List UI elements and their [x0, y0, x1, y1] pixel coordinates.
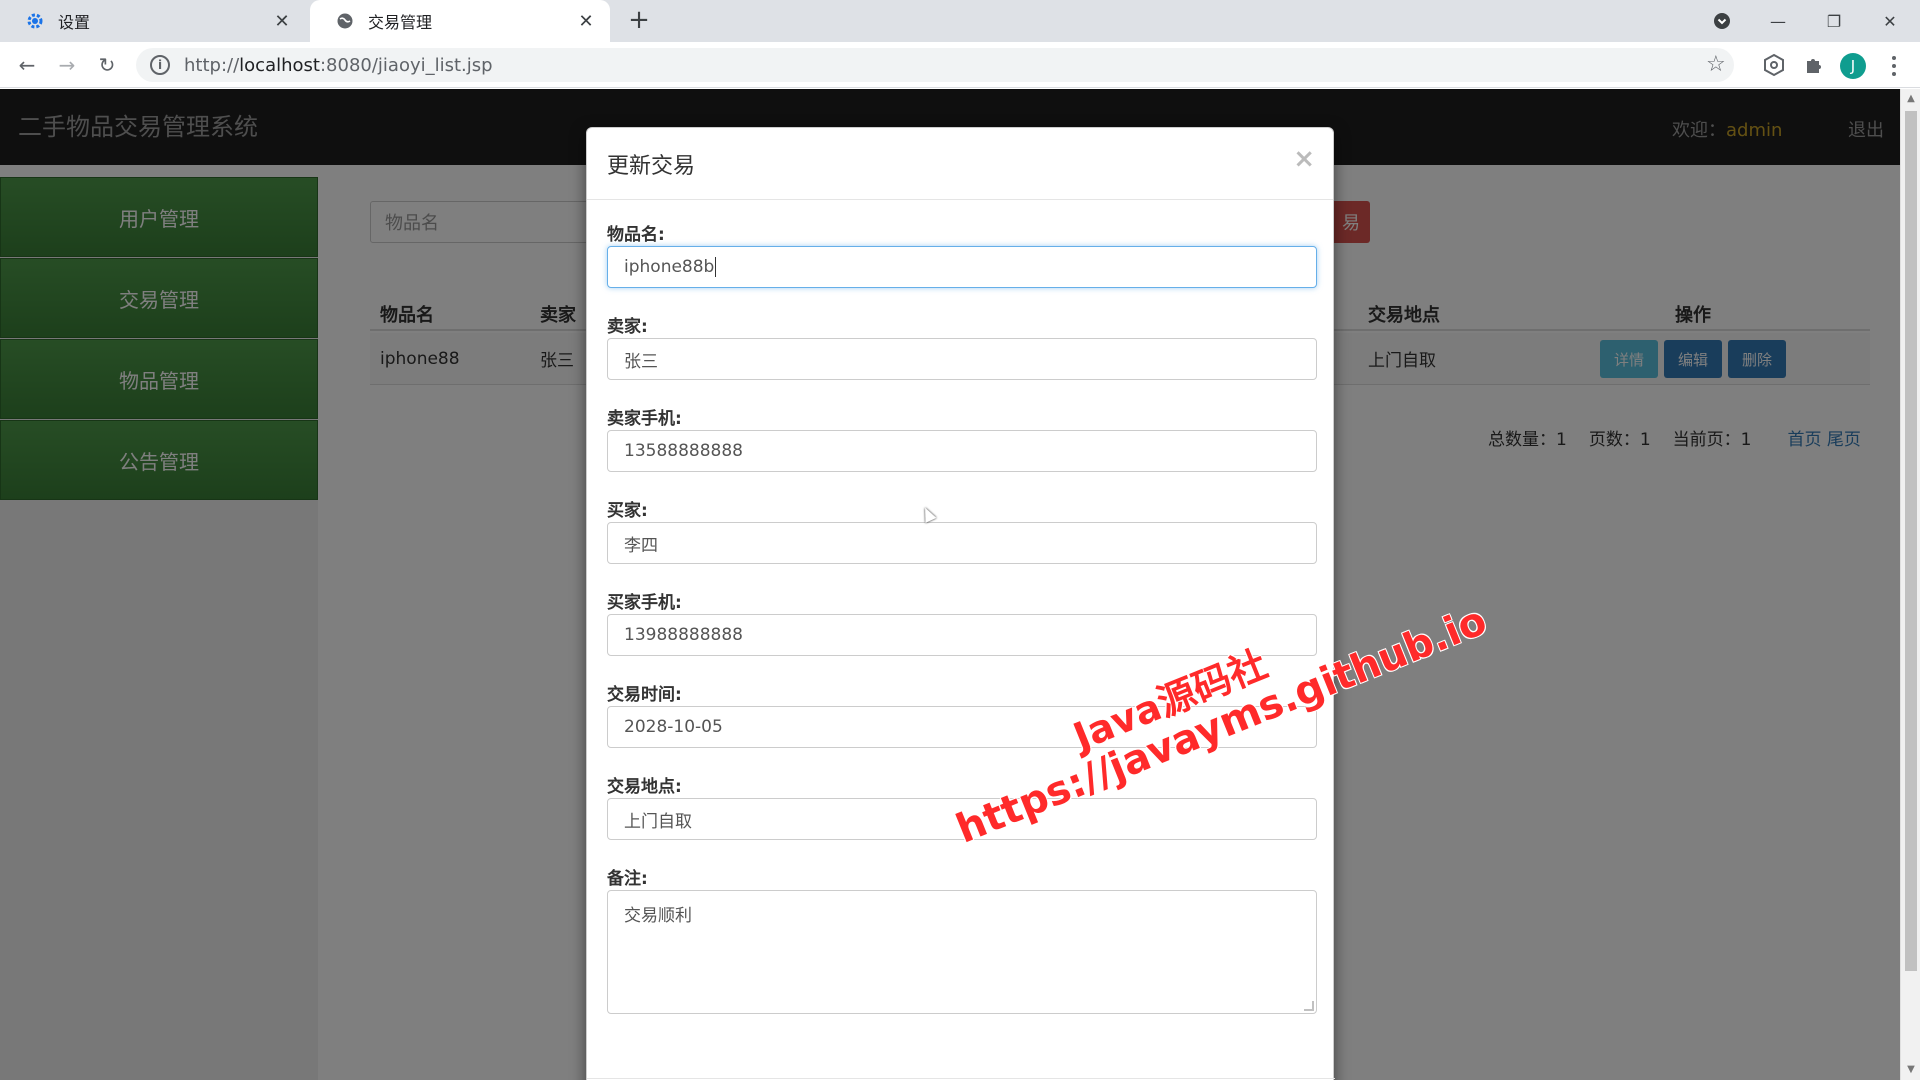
transaction-location-label: 交易地点: — [607, 777, 682, 797]
modal-header: 更新交易 × — [587, 128, 1333, 200]
close-tab-icon[interactable]: ✕ — [576, 11, 596, 32]
buyer-phone-label: 买家手机: — [607, 593, 682, 613]
seller-input[interactable]: 张三 — [607, 338, 1317, 380]
page-viewport: 二手物品交易管理系统 欢迎：admin 退出 用户管理 交易管理 物品管理 公告… — [0, 89, 1900, 1080]
new-tab-button[interactable]: + — [624, 6, 654, 36]
scrollbar-thumb[interactable] — [1905, 111, 1917, 971]
seller-phone-label: 卖家手机: — [607, 409, 682, 429]
buyer-input[interactable]: 李四 — [607, 522, 1317, 564]
restore-icon[interactable]: ❐ — [1806, 0, 1862, 42]
tab-title: 设置 — [58, 13, 91, 32]
tab-title: 交易管理 — [368, 13, 433, 32]
address-bar[interactable]: i http://localhost:8080/jiaoyi_list.jsp — [136, 48, 1734, 82]
tab-settings[interactable]: 设置 ✕ — [0, 0, 306, 42]
tab-search-icon[interactable] — [1694, 0, 1750, 42]
seller-phone-input[interactable]: 13588888888 — [607, 430, 1317, 472]
close-icon[interactable]: × — [1293, 144, 1315, 174]
modal-footer-divider — [587, 1078, 1335, 1079]
profile-avatar[interactable]: J — [1840, 53, 1866, 79]
item-name-input[interactable]: iphone88b — [607, 246, 1317, 288]
url-prefix: http:// — [184, 54, 240, 76]
bookmark-star-icon[interactable]: ☆ — [1706, 52, 1726, 77]
note-text: 交易顺利 — [624, 906, 692, 926]
address-toolbar: ← → ↻ i http://localhost:8080/jiaoyi_lis… — [0, 42, 1920, 88]
tab-transaction-management[interactable]: 交易管理 ✕ — [310, 0, 610, 42]
extensions-puzzle-icon[interactable] — [1802, 53, 1826, 77]
window-close-icon[interactable]: ✕ — [1862, 0, 1918, 42]
reload-icon[interactable]: ↻ — [92, 50, 122, 80]
scroll-up-icon[interactable]: ▲ — [1905, 93, 1917, 105]
forward-arrow-icon[interactable]: → — [52, 50, 82, 80]
extension-hexagon-icon[interactable] — [1762, 53, 1786, 77]
update-form: 物品名: iphone88b 卖家: 张三 卖家手机: 13588888888 … — [587, 200, 1333, 1014]
close-tab-icon[interactable]: ✕ — [272, 11, 292, 32]
globe-icon — [336, 12, 354, 30]
note-label: 备注: — [607, 869, 648, 889]
buyer-label: 买家: — [607, 501, 648, 521]
seller-label: 卖家: — [607, 317, 648, 337]
info-icon[interactable]: i — [150, 55, 170, 75]
resize-grip-icon[interactable] — [1304, 1001, 1314, 1011]
browser-menu-icon[interactable] — [1886, 52, 1902, 80]
note-textarea[interactable]: 交易顺利 — [607, 890, 1317, 1014]
modal-title: 更新交易 — [607, 154, 696, 179]
item-name-label: 物品名: — [607, 225, 665, 245]
page-scrollbar[interactable]: ▲ ▼ — [1900, 89, 1920, 1080]
scroll-down-icon[interactable]: ▼ — [1905, 1064, 1917, 1076]
gear-icon — [26, 12, 44, 30]
url-path: :8080/jiaoyi_list.jsp — [319, 54, 493, 76]
update-transaction-modal: 更新交易 × 物品名: iphone88b 卖家: 张三 卖家手机: 13588… — [586, 127, 1335, 1080]
minimize-icon[interactable]: — — [1750, 0, 1806, 42]
url-host: localhost — [239, 54, 320, 76]
browser-tab-strip: 设置 ✕ 交易管理 ✕ + — ❐ ✕ — [0, 0, 1920, 42]
back-arrow-icon[interactable]: ← — [12, 50, 42, 80]
